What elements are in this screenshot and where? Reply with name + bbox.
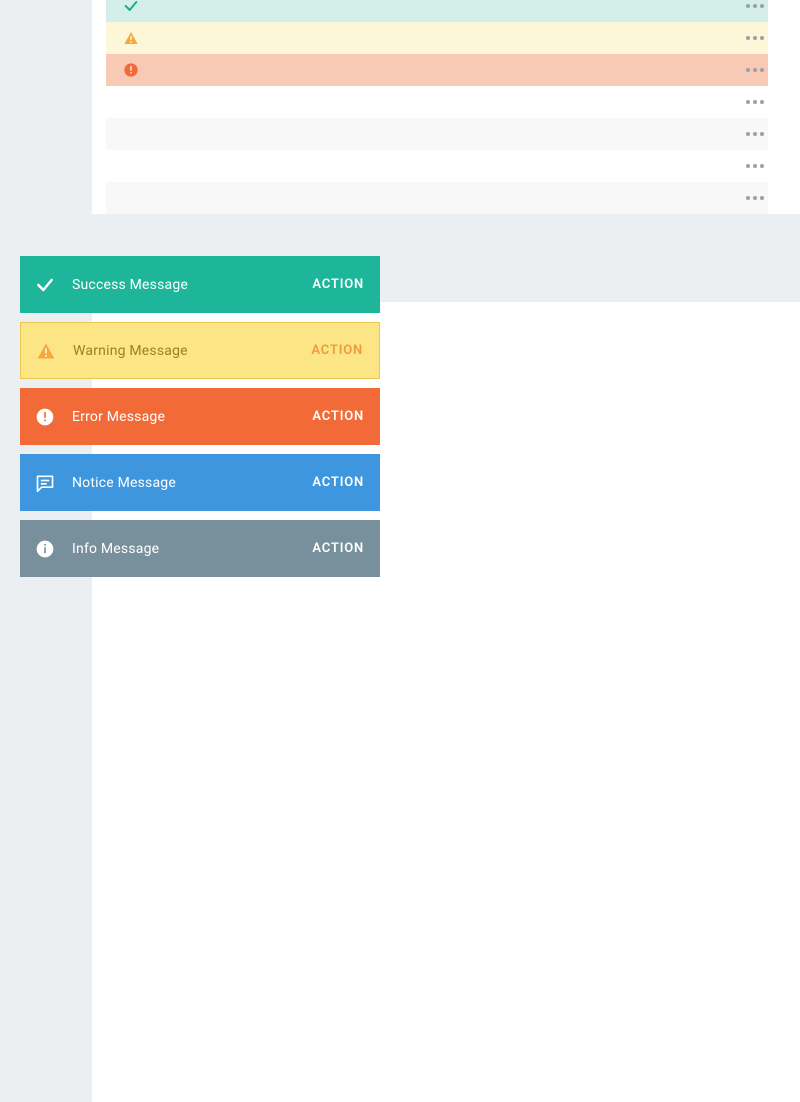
inline-message-plain	[106, 118, 768, 150]
check-icon	[34, 274, 56, 296]
check-icon	[122, 0, 140, 15]
inline-message-plain	[106, 86, 768, 118]
message-bubble-icon	[34, 472, 56, 494]
snackbar-label: Notice Message	[72, 475, 312, 491]
inline-message-success	[106, 0, 768, 22]
snackbar-stack: Success Message ACTION Warning Message A…	[20, 256, 380, 577]
snackbar-label: Success Message	[72, 277, 312, 293]
snackbar-notice: Notice Message ACTION	[20, 454, 380, 511]
snackbar-action-button[interactable]: ACTION	[312, 475, 364, 490]
more-menu-icon[interactable]	[746, 4, 764, 8]
warning-triangle-icon	[122, 29, 140, 47]
inline-message-plain	[106, 182, 768, 214]
inline-message-plain	[106, 150, 768, 182]
more-menu-icon[interactable]	[746, 196, 764, 200]
inline-message-error	[106, 54, 768, 86]
snackbar-warning: Warning Message ACTION	[20, 322, 380, 379]
more-menu-icon[interactable]	[746, 36, 764, 40]
more-menu-icon[interactable]	[746, 100, 764, 104]
snackbar-info: Info Message ACTION	[20, 520, 380, 577]
more-menu-icon[interactable]	[746, 164, 764, 168]
exclamation-circle-icon	[122, 61, 140, 79]
exclamation-circle-icon	[34, 406, 56, 428]
snackbar-error: Error Message ACTION	[20, 388, 380, 445]
snackbar-action-button[interactable]: ACTION	[312, 277, 364, 292]
warning-triangle-icon	[35, 340, 57, 362]
snackbar-label: Warning Message	[73, 343, 311, 359]
info-circle-icon	[34, 538, 56, 560]
snackbar-success: Success Message ACTION	[20, 256, 380, 313]
more-menu-icon[interactable]	[746, 68, 764, 72]
snackbar-action-button[interactable]: ACTION	[311, 343, 363, 358]
snackbar-action-button[interactable]: ACTION	[312, 409, 364, 424]
snackbar-label: Info Message	[72, 541, 312, 557]
snackbar-label: Error Message	[72, 409, 312, 425]
snackbar-action-button[interactable]: ACTION	[312, 541, 364, 556]
inline-message-warning	[106, 22, 768, 54]
more-menu-icon[interactable]	[746, 132, 764, 136]
inline-message-list	[92, 0, 800, 214]
